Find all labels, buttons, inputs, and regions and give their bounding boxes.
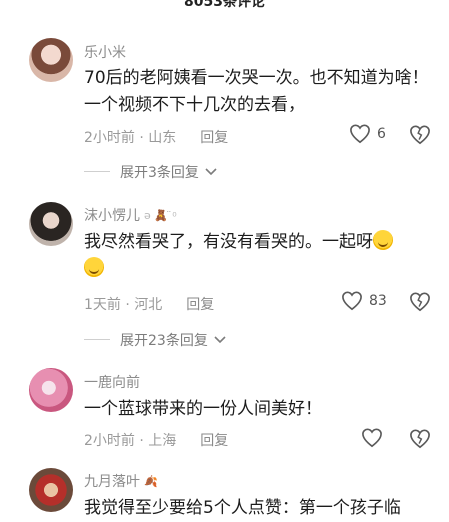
comment-username[interactable]: 乐小米 xyxy=(84,42,126,62)
username-decoration: ə 🧸 ̈ ͦ xyxy=(144,208,175,222)
comment-username[interactable]: 沫小愣儿 ə 🧸 ̈ ͦ xyxy=(84,205,175,225)
reply-button[interactable]: 回复 xyxy=(200,127,228,147)
like-button[interactable]: 83 xyxy=(341,291,387,311)
reply-button[interactable]: 回复 xyxy=(186,294,214,314)
expand-replies-label: 展开3条回复 xyxy=(120,165,199,181)
comment-text: 一个蓝球带来的一份人间美好！ xyxy=(84,399,322,419)
comment-meta: 2小时前 · 山东 回复 xyxy=(84,127,228,147)
like-count: 6 xyxy=(377,126,386,142)
leaf-badge-icon: 🍂 xyxy=(144,474,158,488)
reply-button[interactable]: 回复 xyxy=(200,430,228,450)
expand-replies-button[interactable]: 展开23条回复 xyxy=(84,330,226,350)
comment-text: 我尽然看哭了，有没有看哭的。一起呀 xyxy=(84,229,424,283)
like-button[interactable] xyxy=(361,428,389,448)
expand-replies-button[interactable]: 展开3条回复 xyxy=(84,162,217,182)
comment-username[interactable]: 九月落叶 🍂 xyxy=(84,471,158,491)
heart-outline-icon xyxy=(362,428,382,448)
tears-of-joy-emoji-icon xyxy=(84,257,104,277)
chevron-down-icon xyxy=(214,336,226,344)
avatar[interactable] xyxy=(29,468,73,512)
like-button[interactable]: 6 xyxy=(349,124,386,144)
broken-heart-icon[interactable] xyxy=(409,125,431,145)
avatar[interactable] xyxy=(29,368,73,412)
comment-meta: 1天前 · 河北 回复 xyxy=(84,294,214,314)
comment-time-location: 1天前 · 河北 xyxy=(84,297,163,313)
heart-outline-icon xyxy=(342,291,362,311)
broken-heart-icon[interactable] xyxy=(409,429,431,449)
avatar[interactable] xyxy=(29,202,73,246)
comment-time-location: 2小时前 · 山东 xyxy=(84,130,177,146)
chevron-down-icon xyxy=(205,168,217,176)
comment-username[interactable]: 一鹿向前 xyxy=(84,372,140,392)
avatar[interactable] xyxy=(29,38,73,82)
comment-count-title: 8053条评论 xyxy=(184,0,265,10)
broken-heart-icon[interactable] xyxy=(409,292,431,312)
like-count: 83 xyxy=(369,293,387,309)
comment-meta: 2小时前 · 上海 回复 xyxy=(84,430,228,450)
expand-replies-label: 展开23条回复 xyxy=(120,333,208,349)
comment-text: 我觉得至少要给5个人点赞：第一个孩子临 xyxy=(84,498,401,518)
heart-outline-icon xyxy=(350,124,370,144)
tears-of-joy-emoji-icon xyxy=(373,230,393,250)
comment-time-location: 2小时前 · 上海 xyxy=(84,433,177,449)
comment-text: 70后的老阿姨看一次哭一次。也不知道为啥！一个视频不下十几次的去看， xyxy=(84,68,429,115)
